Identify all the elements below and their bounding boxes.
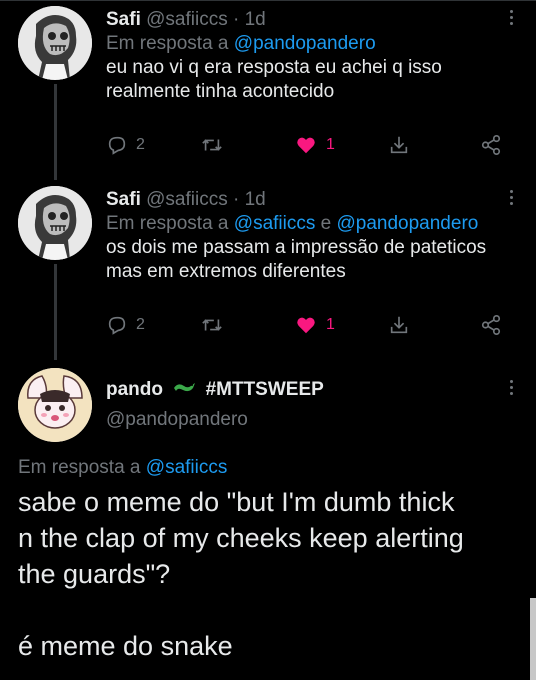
- reply-tweet-2[interactable]: Safi @safiiccs · 1d Em resposta a @safii…: [0, 180, 536, 360]
- avatar-pando[interactable]: [18, 368, 92, 442]
- more-options-icon[interactable]: [508, 380, 514, 400]
- bookmark-icon: [390, 136, 408, 154]
- tweet-text-line: the guards"?: [18, 559, 171, 589]
- reply-2-body: Safi @safiiccs · 1d Em resposta a @safii…: [106, 188, 520, 284]
- main-tweet: pando #MTTSWEEP @pandopandero Em respost…: [0, 360, 536, 680]
- tweet-text-line: é meme do snake: [18, 631, 233, 661]
- reply-1-header: Safi @safiiccs · 1d: [106, 8, 520, 32]
- bookmark-button[interactable]: [388, 133, 410, 157]
- like-button[interactable]: 1: [294, 313, 335, 337]
- mention-link[interactable]: @pandopandero: [336, 213, 478, 234]
- author-name[interactable]: Safi: [106, 9, 141, 30]
- author-handle[interactable]: @safiiccs: [146, 9, 228, 30]
- action-bar: 2 1: [106, 133, 506, 157]
- tweet-text: sabe o meme do "but I'm dumb thick n the…: [18, 484, 528, 664]
- scrollbar[interactable]: [530, 598, 536, 680]
- share-icon: [481, 315, 501, 335]
- tweet-text: eu nao vi q era resposta eu achei q isso…: [106, 57, 442, 102]
- replying-to-prefix: Em resposta a: [106, 33, 234, 54]
- tweet-text: os dois me passam a impressão de patetic…: [106, 237, 487, 282]
- reply-count: 2: [136, 136, 145, 153]
- reply-icon: [108, 316, 126, 335]
- tweet-text-line: sabe o meme do "but I'm dumb thick: [18, 487, 455, 517]
- reply-icon: [108, 136, 126, 155]
- tweet-text-line: n the clap of my cheeks keep alerting: [18, 523, 464, 553]
- lizard-emoji-icon: [172, 378, 196, 405]
- replying-to-prefix: Em resposta a: [106, 213, 234, 234]
- replying-to-and: e: [315, 213, 337, 234]
- timestamp[interactable]: 1d: [245, 9, 266, 30]
- retweet-icon: [202, 319, 222, 331]
- avatar-safi[interactable]: [18, 6, 92, 80]
- replying-to: Em resposta a @safiiccs e @pandopandero: [106, 212, 520, 236]
- avatar-safi[interactable]: [18, 186, 92, 260]
- replying-to: Em resposta a @safiiccs: [18, 456, 227, 480]
- mention-link[interactable]: @pandopandero: [234, 33, 376, 54]
- share-button[interactable]: [480, 133, 502, 157]
- reply-2-header: Safi @safiiccs · 1d: [106, 188, 520, 212]
- replying-to: Em resposta a @pandopandero: [106, 32, 520, 56]
- mention-link[interactable]: @safiiccs: [234, 213, 316, 234]
- reply-1-body: Safi @safiiccs · 1d Em resposta a @pando…: [106, 8, 520, 104]
- like-count: 1: [326, 136, 335, 153]
- heart-icon: [297, 137, 315, 154]
- share-button[interactable]: [480, 313, 502, 337]
- main-header: pando #MTTSWEEP: [106, 378, 324, 405]
- mention-link[interactable]: @safiiccs: [146, 457, 228, 478]
- author-name[interactable]: Safi: [106, 189, 141, 210]
- reply-button[interactable]: 2: [106, 133, 145, 157]
- tweet-thread-page: Safi @safiiccs · 1d Em resposta a @pando…: [0, 0, 536, 680]
- tweet-text-blank-line: [18, 592, 528, 628]
- more-options-icon[interactable]: [508, 190, 514, 210]
- heart-icon: [297, 317, 315, 334]
- bookmark-button[interactable]: [388, 313, 410, 337]
- retweet-icon: [202, 139, 222, 151]
- author-name[interactable]: pando: [106, 379, 163, 400]
- replying-to-prefix: Em resposta a: [18, 457, 146, 478]
- reply-count: 2: [136, 316, 145, 333]
- retweet-button[interactable]: [200, 133, 224, 157]
- action-bar: 2 1: [106, 313, 506, 337]
- separator: ·: [233, 189, 240, 210]
- author-handle[interactable]: @safiiccs: [146, 189, 228, 210]
- author-handle[interactable]: @pandopandero: [106, 408, 248, 432]
- thread-line: [54, 84, 57, 180]
- name-hashtag: #MTTSWEEP: [205, 379, 324, 400]
- share-icon: [481, 135, 501, 155]
- separator: ·: [233, 9, 240, 30]
- retweet-button[interactable]: [200, 313, 224, 337]
- reply-button[interactable]: 2: [106, 313, 145, 337]
- timestamp[interactable]: 1d: [245, 189, 266, 210]
- thread-line: [54, 264, 57, 360]
- bookmark-icon: [390, 316, 408, 334]
- like-count: 1: [326, 316, 335, 333]
- more-options-icon[interactable]: [508, 10, 514, 30]
- like-button[interactable]: 1: [294, 133, 335, 157]
- reply-tweet-1[interactable]: Safi @safiiccs · 1d Em resposta a @pando…: [0, 0, 536, 180]
